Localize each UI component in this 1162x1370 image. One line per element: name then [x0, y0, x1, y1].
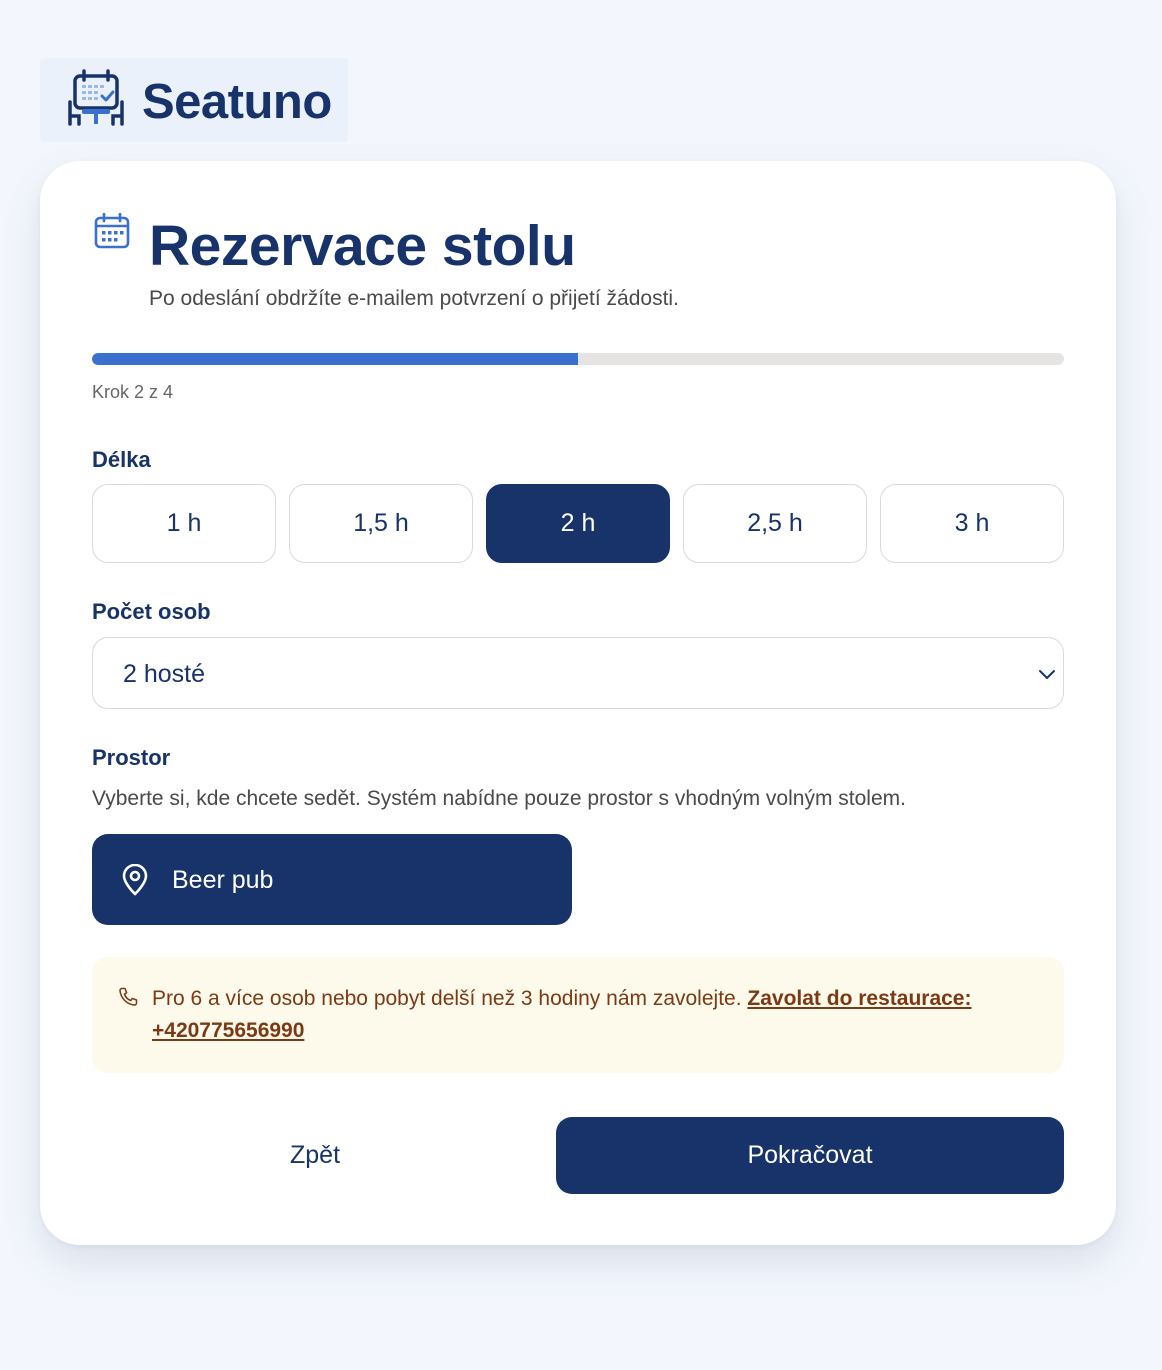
reservation-card: Rezervace stolu Po odeslání obdržíte e-m…	[40, 161, 1116, 1245]
page-title: Rezervace stolu	[149, 214, 576, 278]
page-subtitle: Po odeslání obdržíte e-mailem potvrzení …	[149, 287, 679, 310]
duration-label: Délka	[92, 447, 151, 472]
phone-icon	[119, 987, 138, 1006]
progress-bar	[92, 353, 1064, 365]
back-button[interactable]: Zpět	[92, 1117, 538, 1194]
duration-option-3h[interactable]: 3 h	[880, 484, 1064, 563]
progress-fill	[92, 353, 578, 365]
area-help-text: Vyberte si, kde chcete sedět. Systém nab…	[92, 787, 906, 810]
area-option-beer-pub[interactable]: Beer pub	[92, 834, 572, 925]
duration-option-2-5h[interactable]: 2,5 h	[683, 484, 867, 563]
brand-logo[interactable]: Seatuno	[40, 58, 348, 142]
duration-option-1h[interactable]: 1 h	[92, 484, 276, 563]
guests-label: Počet osob	[92, 599, 211, 624]
calendar-table-icon	[68, 69, 124, 126]
area-label: Prostor	[92, 745, 171, 770]
guests-select[interactable]: 2 hosté	[92, 637, 1064, 709]
chevron-down-icon	[1039, 670, 1055, 679]
duration-option-1-5h[interactable]: 1,5 h	[289, 484, 473, 563]
duration-options: 1 h 1,5 h 2 h 2,5 h 3 h	[92, 484, 1064, 563]
notice-text: Pro 6 a více osob nebo pobyt delší než 3…	[152, 983, 1012, 1047]
large-group-notice: Pro 6 a více osob nebo pobyt delší než 3…	[92, 957, 1064, 1073]
guests-select-value: 2 hosté	[123, 660, 206, 688]
continue-button[interactable]: Pokračovat	[556, 1117, 1064, 1194]
location-pin-icon	[122, 864, 148, 896]
step-label: Krok 2 z 4	[92, 382, 174, 402]
brand-name: Seatuno	[142, 75, 332, 129]
notice-message: Pro 6 a více osob nebo pobyt delší než 3…	[152, 987, 742, 1010]
area-option-label: Beer pub	[172, 866, 274, 894]
calendar-icon	[94, 213, 130, 249]
duration-option-2h[interactable]: 2 h	[486, 484, 670, 563]
